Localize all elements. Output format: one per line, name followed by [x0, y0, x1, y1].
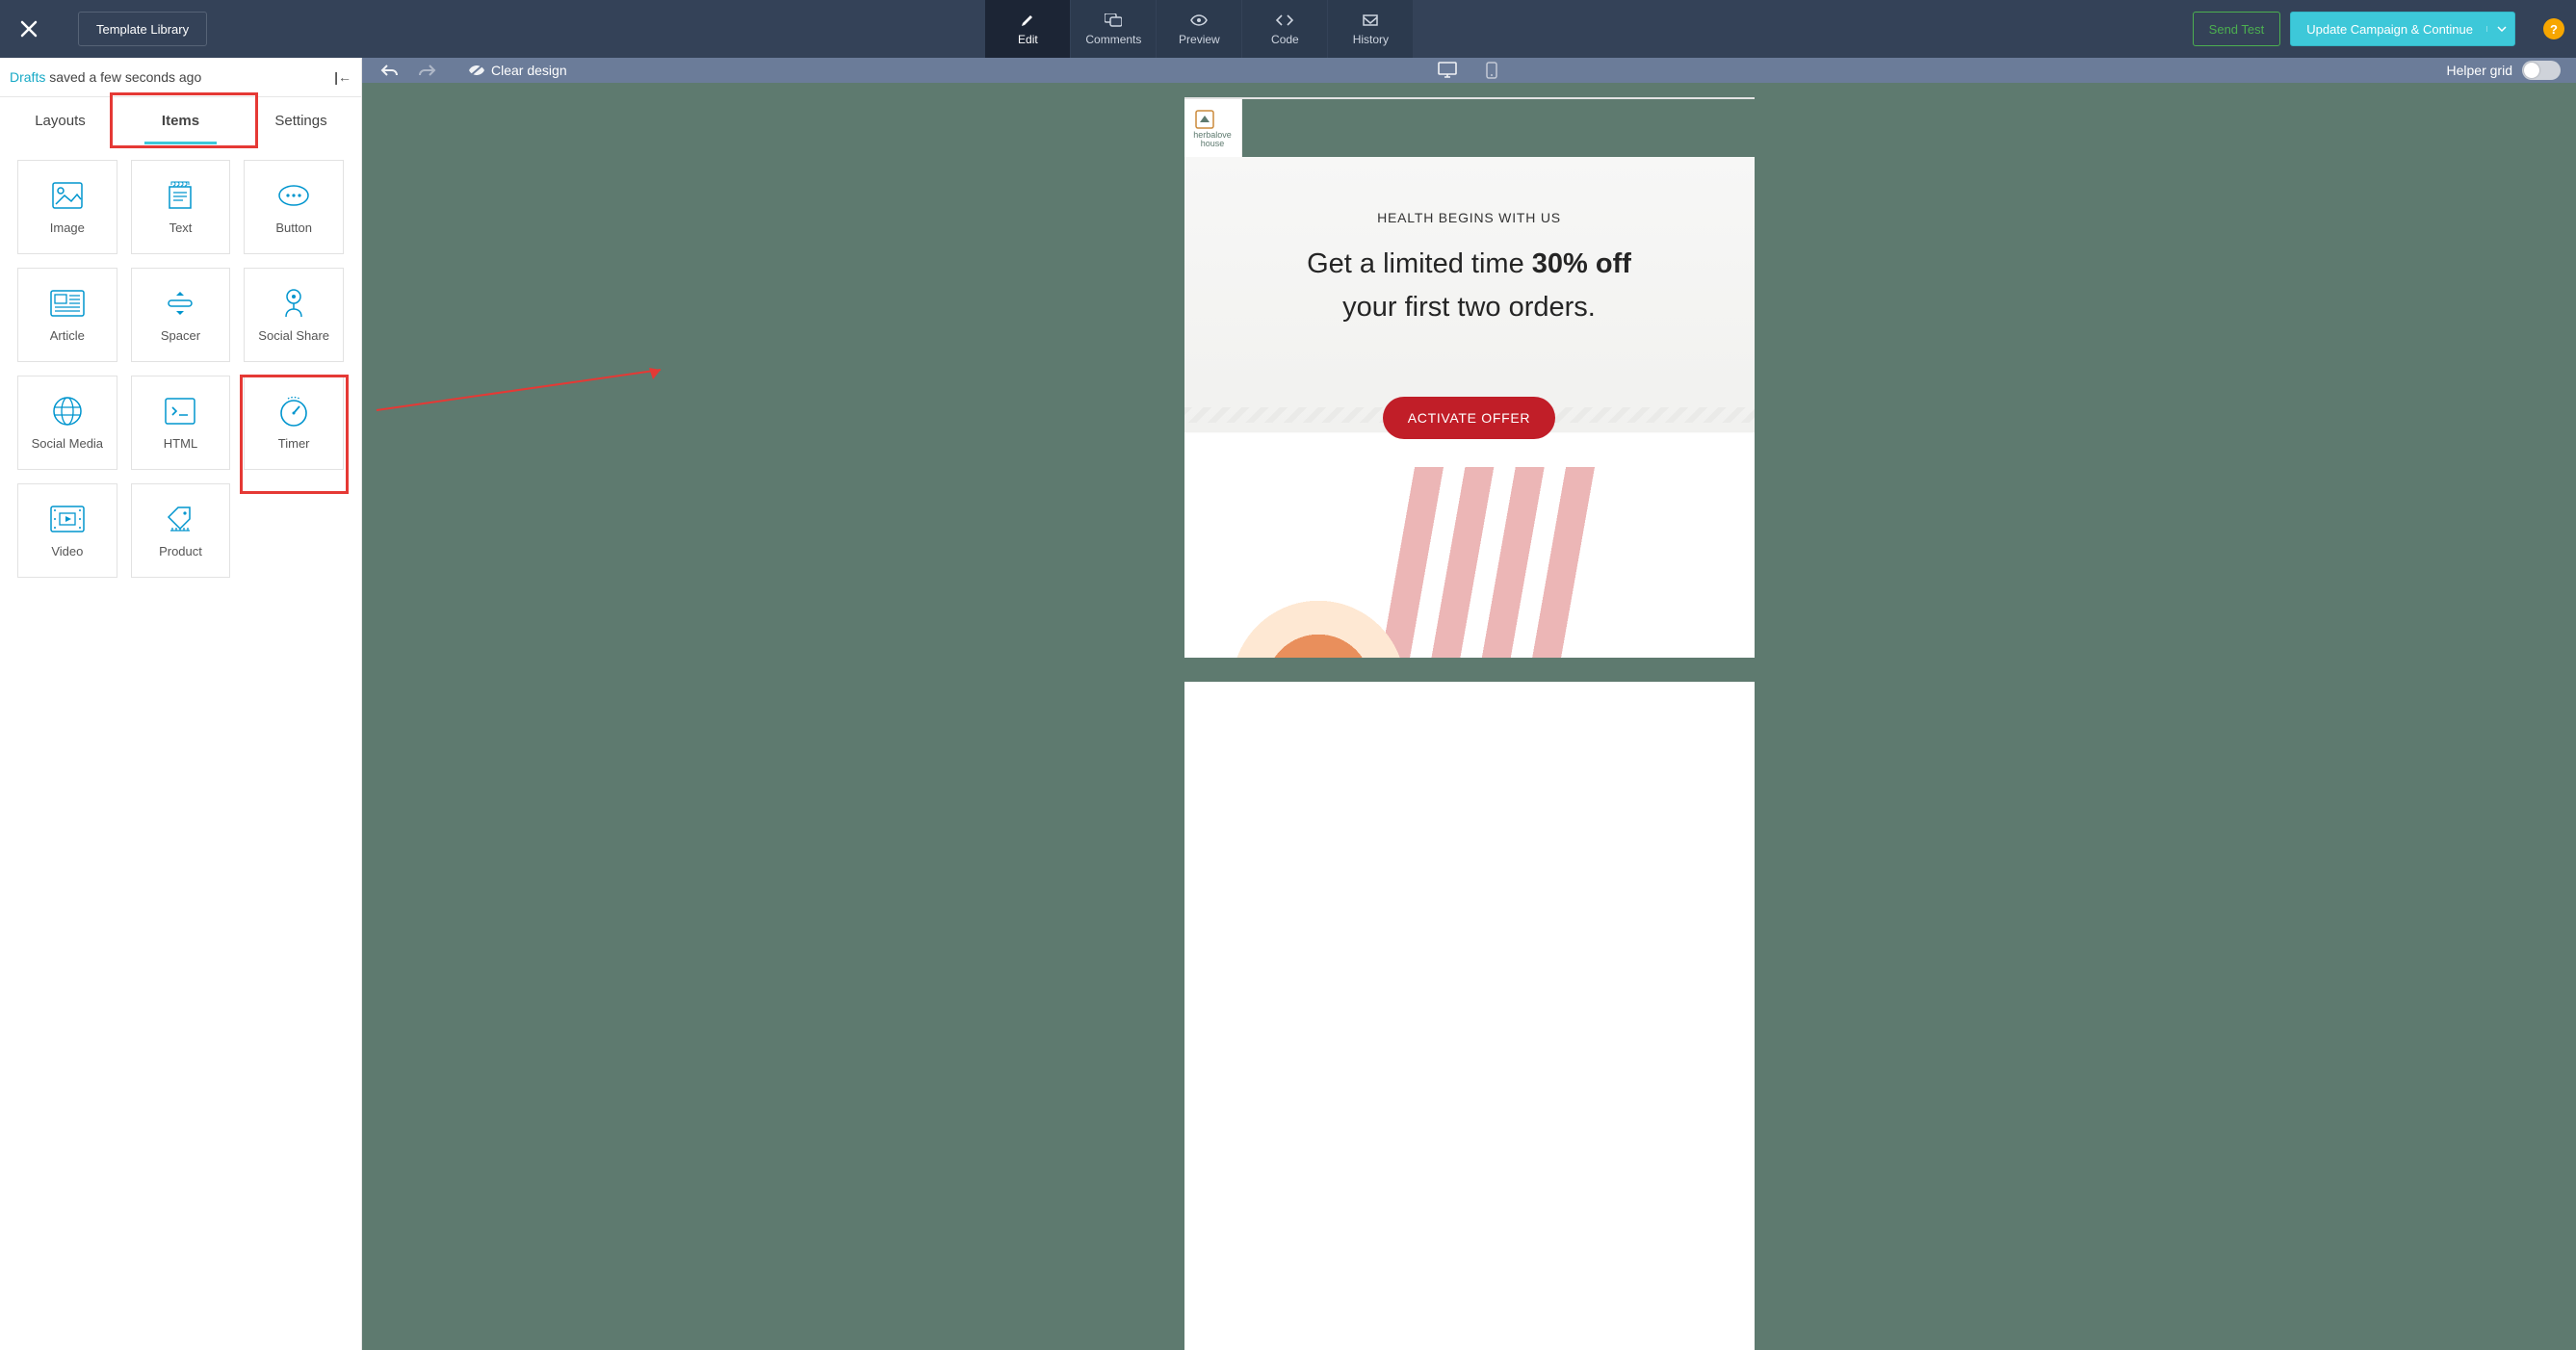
item-label: HTML — [164, 436, 197, 451]
item-article[interactable]: Article — [17, 268, 117, 362]
email-template[interactable]: herbalove house HEALTH BEGINS WITH US Ge… — [1184, 97, 1755, 1350]
item-label: Text — [169, 221, 193, 235]
redo-button[interactable] — [414, 58, 439, 83]
tab-code[interactable]: Code — [1242, 0, 1327, 58]
tab-history[interactable]: History — [1328, 0, 1413, 58]
tab-label: Preview — [1179, 33, 1220, 46]
item-social-media[interactable]: Social Media — [17, 376, 117, 470]
email-tagline: HEALTH BEGINS WITH US — [1223, 210, 1716, 225]
item-label: Product — [159, 544, 202, 558]
top-bar: Template Library Edit Comments Preview — [0, 0, 2576, 58]
undo-button[interactable] — [377, 58, 403, 83]
text-icon — [166, 180, 195, 211]
template-library-label: Template Library — [96, 22, 189, 37]
email-cta-button[interactable]: ACTIVATE OFFER — [1383, 397, 1556, 439]
eye-icon — [1190, 12, 1208, 29]
product-icon — [165, 504, 195, 534]
email-canvas[interactable]: herbalove house HEALTH BEGINS WITH US Ge… — [362, 83, 2576, 1350]
template-library-button[interactable]: Template Library — [78, 12, 207, 46]
headline-part: Get a limited time — [1307, 248, 1532, 279]
eye-slash-icon — [468, 64, 485, 77]
cta-label: ACTIVATE OFFER — [1408, 410, 1531, 426]
send-test-button[interactable]: Send Test — [2193, 12, 2281, 46]
tab-label: Code — [1271, 33, 1299, 46]
saved-status: saved a few seconds ago — [45, 69, 201, 85]
tab-comments[interactable]: Comments — [1071, 0, 1156, 58]
item-label: Image — [50, 221, 85, 235]
send-test-label: Send Test — [2209, 22, 2265, 37]
item-social-share[interactable]: Social Share — [244, 268, 344, 362]
email-footer-strip — [1184, 658, 1755, 682]
article-icon — [50, 288, 85, 319]
top-tabs: Edit Comments Preview Code History — [985, 0, 1414, 58]
brand-name-2: house — [1193, 140, 1232, 148]
item-text[interactable]: Text — [131, 160, 231, 254]
social-media-icon — [52, 396, 83, 427]
tab-preview[interactable]: Preview — [1157, 0, 1241, 58]
annotation-highlight — [240, 375, 349, 494]
close-button[interactable] — [0, 19, 58, 39]
sidebar-tab-settings[interactable]: Settings — [241, 97, 361, 144]
item-label: Social Media — [32, 436, 103, 451]
drafts-link[interactable]: Drafts — [10, 69, 45, 85]
brand-logo: herbalove house — [1184, 99, 1242, 157]
annotation-arrow — [372, 362, 680, 420]
image-icon — [52, 180, 83, 211]
item-video[interactable]: Video — [17, 483, 117, 578]
tab-label: History — [1353, 33, 1389, 46]
html-icon — [165, 396, 195, 427]
spacer-icon — [166, 288, 195, 319]
item-spacer[interactable]: Spacer — [131, 268, 231, 362]
tab-edit[interactable]: Edit — [985, 0, 1070, 58]
social-share-icon — [280, 288, 307, 319]
clear-design-button[interactable]: Clear design — [468, 63, 567, 78]
item-html[interactable]: HTML — [131, 376, 231, 470]
email-headline: Get a limited time 30% off your first tw… — [1223, 243, 1716, 329]
history-icon — [1363, 12, 1378, 29]
items-grid: Image Text Button Article Spacer Social … — [0, 144, 361, 593]
comments-icon — [1105, 12, 1122, 29]
pencil-icon — [1020, 12, 1035, 29]
tab-label: Edit — [1018, 33, 1038, 46]
headline-bold: 30% off — [1532, 248, 1631, 279]
house-icon — [1193, 108, 1216, 131]
chevron-down-icon — [2486, 26, 2507, 32]
clear-design-label: Clear design — [491, 63, 567, 78]
editor-toolbar: Clear design Helper grid — [362, 58, 2576, 83]
mobile-view-button[interactable] — [1479, 58, 1504, 83]
tab-label: Layouts — [35, 113, 86, 129]
update-campaign-label: Update Campaign & Continue — [2306, 22, 2473, 37]
annotation-highlight — [110, 92, 258, 148]
item-label: Spacer — [161, 328, 200, 343]
video-icon — [50, 504, 85, 534]
button-icon — [277, 180, 310, 211]
item-product[interactable]: Product — [131, 483, 231, 578]
item-label: Video — [51, 544, 83, 558]
tab-label: Comments — [1085, 33, 1141, 46]
code-icon — [1276, 12, 1293, 29]
item-label: Button — [275, 221, 312, 235]
canvas-area: Clear design Helper grid — [362, 58, 2576, 1350]
helper-grid-label: Helper grid — [2447, 63, 2512, 78]
desktop-view-button[interactable] — [1435, 58, 1460, 83]
item-button[interactable]: Button — [244, 160, 344, 254]
item-label: Social Share — [258, 328, 329, 343]
collapse-sidebar-button[interactable]: |← — [334, 69, 351, 85]
headline-part: your first two orders. — [1342, 292, 1596, 323]
sidebar-tab-layouts[interactable]: Layouts — [0, 97, 120, 144]
update-campaign-button[interactable]: Update Campaign & Continue — [2290, 12, 2515, 46]
helper-grid-toggle[interactable] — [2522, 61, 2561, 80]
sidebar: Drafts saved a few seconds ago |← Layout… — [0, 58, 362, 1350]
tab-label: Settings — [274, 113, 326, 129]
item-image[interactable]: Image — [17, 160, 117, 254]
item-label: Article — [50, 328, 85, 343]
help-button[interactable]: ? — [2543, 18, 2564, 39]
